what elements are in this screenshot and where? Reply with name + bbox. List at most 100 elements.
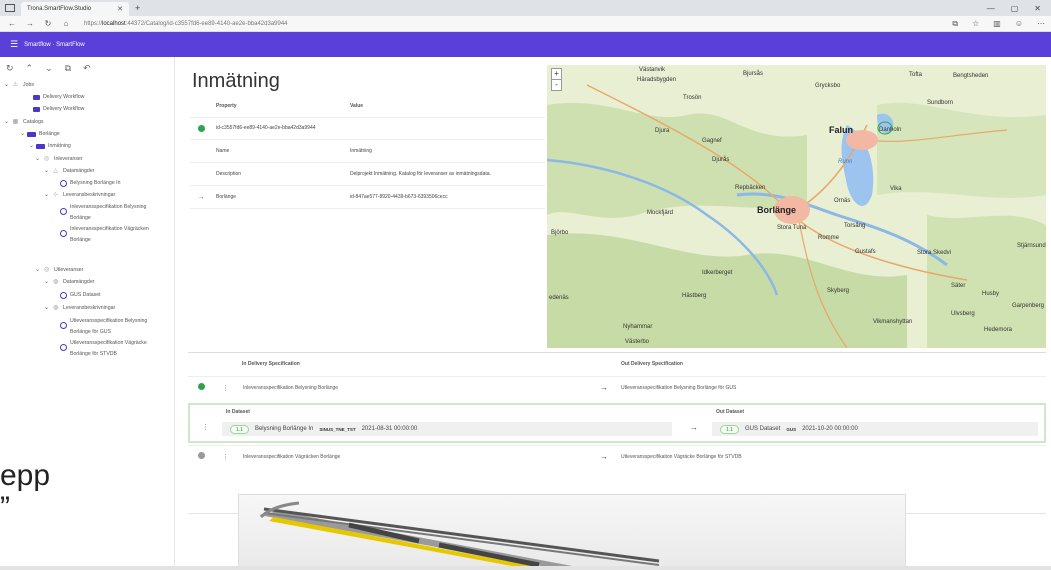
map-label: Husby	[982, 291, 1000, 297]
collapse-up-icon[interactable]: ⌃	[26, 63, 34, 74]
tree-item-jobs[interactable]: ⌄ ⚠ Jobs	[4, 82, 34, 89]
tree-item-utleveranser[interactable]: ⌄ ◎ Utleveranser	[35, 267, 83, 274]
tree-item-outspec-belysning[interactable]: Utleveransspecifikation Belysning Borläng…	[60, 316, 147, 338]
back-icon[interactable]: ←	[6, 19, 18, 28]
chevron-down-icon[interactable]: ⌄	[4, 119, 11, 126]
zoom-out-button[interactable]: -	[551, 79, 562, 91]
tree-item-borlange[interactable]: ⌄ Borlänge	[20, 131, 60, 138]
map-view[interactable]: + - Västanvik Häradsbygden Trosön Bjurså…	[547, 65, 1046, 348]
table-row[interactable]: id-c3557fd6-ee89-4140-ae2e-bba42d3a9944	[190, 117, 545, 140]
tree-item-inspec-belysning[interactable]: Inleveransspecifikation Belysning Borläng…	[60, 202, 146, 224]
map-label: Runn	[838, 159, 853, 165]
new-tab-icon[interactable]: +	[135, 3, 140, 13]
browser-actions: ⧉ ☆ ▥ ☺ ⋯	[952, 19, 1045, 29]
tree-item-delivery-workflow-2[interactable]: Delivery Workflow	[33, 106, 84, 113]
value-cell: Inmätning	[350, 148, 372, 154]
kebab-menu-icon[interactable]: ⋮	[222, 384, 229, 392]
chevron-down-icon[interactable]: ⌄	[29, 143, 36, 150]
browser-tab[interactable]: Trona.SmartFlow.Studio ✕	[21, 2, 129, 16]
tree-item-inspec-vagracken[interactable]: Inleveransspecifikation Vägräcken Borläng…	[60, 224, 149, 246]
spec-icon	[60, 344, 67, 351]
copy-icon[interactable]: ⧉	[65, 63, 71, 74]
map-label: Ulvsberg	[951, 311, 975, 317]
collections-icon[interactable]: ▥	[993, 19, 1001, 29]
profile-icon[interactable]: ☺	[1015, 19, 1023, 29]
chevron-down-icon[interactable]: ⌄	[35, 156, 42, 163]
tree-item-delivery-workflow-1[interactable]: Delivery Workflow	[33, 94, 84, 101]
url-field[interactable]: https://localhost:44372/Catalog/id-c3557…	[84, 21, 288, 27]
window-controls: — ▢ ✕	[987, 4, 1041, 13]
url-host: localhost	[102, 20, 126, 27]
workflow-icon	[33, 107, 40, 112]
map-label: Björbo	[551, 230, 569, 236]
in-dataset-item[interactable]: 1.1 Belysning Borlänge In SINUS_TNE_TST …	[222, 422, 672, 436]
reload-icon[interactable]: ↻	[42, 19, 54, 28]
delivery-row[interactable]: ⋮ Inleveransspecifikation Belysning Borl…	[188, 376, 1046, 398]
chevron-down-icon[interactable]: ⌄	[4, 82, 11, 89]
close-icon[interactable]: ✕	[117, 5, 123, 13]
more-icon[interactable]: ⋯	[1037, 19, 1045, 29]
map-label: Västerbo	[625, 339, 650, 345]
map-label: Repbäcken	[735, 185, 766, 191]
favorite-icon[interactable]: ☆	[972, 19, 979, 29]
expanded-dataset-row: In Dataset Out Dataset ⋮ 1.1 Belysning B…	[188, 403, 1046, 443]
table-row[interactable]: Description Delprojekt Inmätning. Katalo…	[190, 163, 545, 186]
maximize-icon[interactable]: ▢	[1011, 4, 1019, 13]
expand-down-icon[interactable]: ⌄	[45, 63, 53, 74]
tree-item-outspec-vagracke[interactable]: Utleveransspecifikation Vägräcke Borlänge…	[60, 338, 147, 360]
tree-item-datamangder-in[interactable]: ⌄ △ Datamängder	[44, 168, 94, 175]
tree-item-belysning-in[interactable]: Belysning Borlänge In	[60, 180, 120, 187]
dataset-date: 2021-10-20 00:00:00	[802, 426, 858, 432]
map-label: Tofta	[909, 72, 923, 78]
map-label: Vika	[890, 186, 902, 192]
map-label: Stora Skedvi	[917, 250, 952, 256]
out-spec-cell: Utleveransspecifikation Belysning Borlän…	[621, 384, 737, 391]
delivery-icon: ◎	[43, 267, 50, 273]
chevron-down-icon[interactable]: ⌄	[44, 168, 51, 175]
in-delivery-header: In Delivery Specification	[242, 361, 300, 367]
tree-item-leveransbeskrivningar-in[interactable]: ⌄ ⊹ Leveransbeskrivningar	[44, 192, 115, 199]
delivery-row[interactable]: ⋮ Inleveransspecifikation Vägräcken Borl…	[188, 445, 1046, 467]
tree-item-catalogs[interactable]: ⌄ ▦ Catalogs	[4, 119, 43, 126]
forward-icon[interactable]: →	[24, 19, 36, 28]
window-menu-icon[interactable]	[5, 4, 15, 12]
spec-group-icon: ◍	[52, 305, 59, 311]
tree-item-inmatning[interactable]: ⌄ Inmätning	[29, 143, 71, 150]
spec-icon	[60, 208, 67, 215]
property-table-header: Property Value	[190, 95, 545, 118]
table-row[interactable]: → Borlänge id-847ae577-8920-4439-b673-63…	[190, 186, 545, 209]
tree-item-datamangder-out[interactable]: ⌄ ◍ Datamängder	[44, 279, 94, 286]
kebab-menu-icon[interactable]: ⋮	[222, 453, 229, 461]
undo-icon[interactable]: ↶	[83, 63, 91, 74]
hamburger-menu-icon[interactable]: ☰	[10, 39, 18, 50]
arrow-right-icon[interactable]: →	[198, 194, 205, 201]
kebab-menu-icon[interactable]: ⋮	[202, 423, 209, 431]
map-label: Mockfjärd	[647, 210, 674, 216]
refresh-icon[interactable]: ↻	[6, 63, 14, 74]
value-cell: Delprojekt Inmätning. Katalog för levera…	[350, 171, 491, 177]
url-path: :44372/Catalog/id-c3557fd6-ee89-4140-ae2…	[125, 20, 288, 27]
horizontal-scrollbar[interactable]	[0, 566, 1051, 570]
map-label: Ornäs	[834, 198, 851, 204]
tree-item-gus-dataset[interactable]: GUS Dataset	[60, 292, 101, 299]
out-dataset-item[interactable]: 1.1 GUS Dataset GUS 2021-10-20 00:00:00	[712, 422, 1038, 436]
app-title: Smartflow · SmartFlow	[24, 41, 85, 48]
tree-item-label: Leveransbeskrivningar	[63, 305, 116, 311]
map-label: Borlänge	[757, 205, 797, 215]
chevron-down-icon[interactable]: ⌄	[44, 305, 51, 312]
tree-item-inleveranser[interactable]: ⌄ ◎ Inleveranser	[35, 156, 83, 163]
tree-item-label: Borlänge	[39, 131, 60, 137]
minimize-icon[interactable]: —	[987, 4, 995, 13]
tree-item-leveransbeskrivningar-out[interactable]: ⌄ ◍ Leveransbeskrivningar	[44, 305, 115, 312]
chevron-down-icon[interactable]: ⌄	[44, 279, 51, 286]
close-window-icon[interactable]: ✕	[1034, 4, 1041, 13]
chevron-down-icon[interactable]: ⌄	[20, 131, 27, 138]
table-row[interactable]: Name Inmätning	[190, 140, 545, 163]
tree-item-label: Jobs	[23, 82, 34, 88]
extensions-icon[interactable]: ⧉	[952, 19, 958, 29]
map-label: Bengtsheden	[953, 73, 989, 79]
chevron-down-icon[interactable]: ⌄	[44, 192, 51, 199]
chevron-down-icon[interactable]: ⌄	[35, 267, 42, 274]
tree-item-label: GUS Dataset	[70, 292, 101, 298]
tree-item-label: Inleveranser	[54, 156, 83, 162]
